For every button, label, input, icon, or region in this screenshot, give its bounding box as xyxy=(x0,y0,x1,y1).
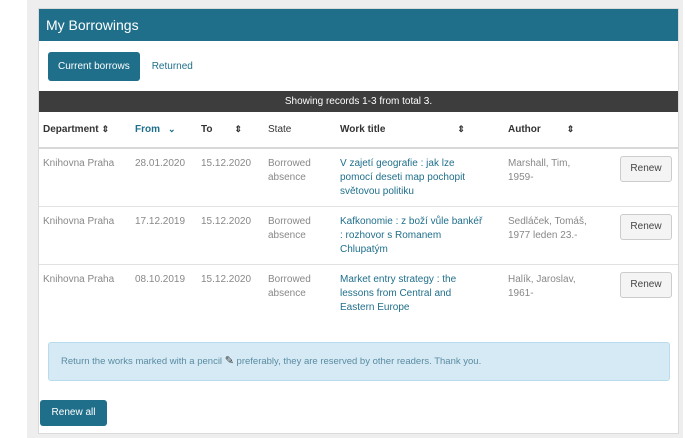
borrowings-panel: My Borrowings Current borrows Returned S… xyxy=(38,8,679,434)
borrow-tabs: Current borrows Returned xyxy=(48,52,205,81)
panel-title: My Borrowings xyxy=(39,9,678,41)
tab-returned[interactable]: Returned xyxy=(142,52,203,81)
cell-to: 15.12.2020 xyxy=(197,263,264,322)
sort-icon: ⇕ xyxy=(234,124,243,134)
cell-work-title[interactable]: Market entry strategy : the lessons from … xyxy=(336,263,504,322)
column-header-author[interactable]: Author ⇕ xyxy=(504,112,616,149)
cell-work-title[interactable]: V zajetí geografie : jak lze pomocí deset… xyxy=(336,147,504,206)
column-header-to[interactable]: To ⇕ xyxy=(197,112,264,149)
renew-button[interactable]: Renew xyxy=(620,213,672,240)
cell-department: Knihovna Praha xyxy=(39,147,131,206)
alert-text-before: Return the works marked with a pencil xyxy=(61,356,223,367)
cell-work-title[interactable]: Kafkonomie : z boží vůle bankéř: rozhovo… xyxy=(336,205,504,264)
cell-from: 08.10.2019 xyxy=(131,263,197,322)
table-row: Knihovna Praha 28.01.2020 15.12.2020 Bor… xyxy=(39,147,678,206)
sort-icon: ⇕ xyxy=(566,124,575,134)
sort-icon: ⇕ xyxy=(101,124,110,134)
column-header-action xyxy=(616,112,678,149)
pencil-icon: ✎ xyxy=(224,355,234,367)
cell-department: Knihovna Praha xyxy=(39,205,131,264)
cell-action: Renew xyxy=(616,263,678,322)
column-header-state: State xyxy=(264,112,336,149)
cell-from: 17.12.2019 xyxy=(131,205,197,264)
records-info: Showing records 1-3 from total 3. xyxy=(39,91,678,112)
alert-text-after: preferably, they are reserved by other r… xyxy=(236,356,482,367)
cell-author: Halík, Jaroslav, 1961- xyxy=(504,263,616,322)
chevron-down-icon: ⌄ xyxy=(168,124,176,134)
renew-all-button[interactable]: Renew all xyxy=(40,400,107,426)
tab-current-borrows[interactable]: Current borrows xyxy=(48,52,140,81)
cell-state: Borrowed absence xyxy=(264,263,336,322)
cell-author: Marshall, Tim, 1959- xyxy=(504,147,616,206)
renew-button[interactable]: Renew xyxy=(620,156,672,182)
cell-action: Renew xyxy=(616,147,678,206)
cell-state: Borrowed absence xyxy=(264,147,336,206)
table-row: Knihovna Praha 08.10.2019 15.12.2020 Bor… xyxy=(39,263,678,322)
cell-to: 15.12.2020 xyxy=(197,147,264,206)
cell-author: Sedláček, Tomáš, 1977 leden 23.- xyxy=(504,205,616,264)
sort-icon: ⇕ xyxy=(457,124,465,134)
cell-from: 28.01.2020 xyxy=(131,147,197,206)
table-header-row: Department ⇕ From ⌄ To ⇕ State Work title ⇕ … xyxy=(39,112,678,149)
cell-to: 15.12.2020 xyxy=(197,205,264,264)
borrowings-table: Department ⇕ From ⌄ To ⇕ State Work title ⇕ … xyxy=(39,112,678,322)
reserved-works-alert: Return the works marked with a pencil ✎ … xyxy=(48,342,670,381)
renew-button[interactable]: Renew xyxy=(620,271,672,298)
column-header-department[interactable]: Department ⇕ xyxy=(39,112,131,149)
cell-state: Borrowed absence xyxy=(264,205,336,264)
table-row: Knihovna Praha 17.12.2019 15.12.2020 Bor… xyxy=(39,205,678,264)
column-header-work-title[interactable]: Work title ⇕ xyxy=(336,112,504,149)
cell-department: Knihovna Praha xyxy=(39,263,131,322)
cell-action: Renew xyxy=(616,205,678,264)
column-header-from[interactable]: From ⌄ xyxy=(131,112,197,149)
